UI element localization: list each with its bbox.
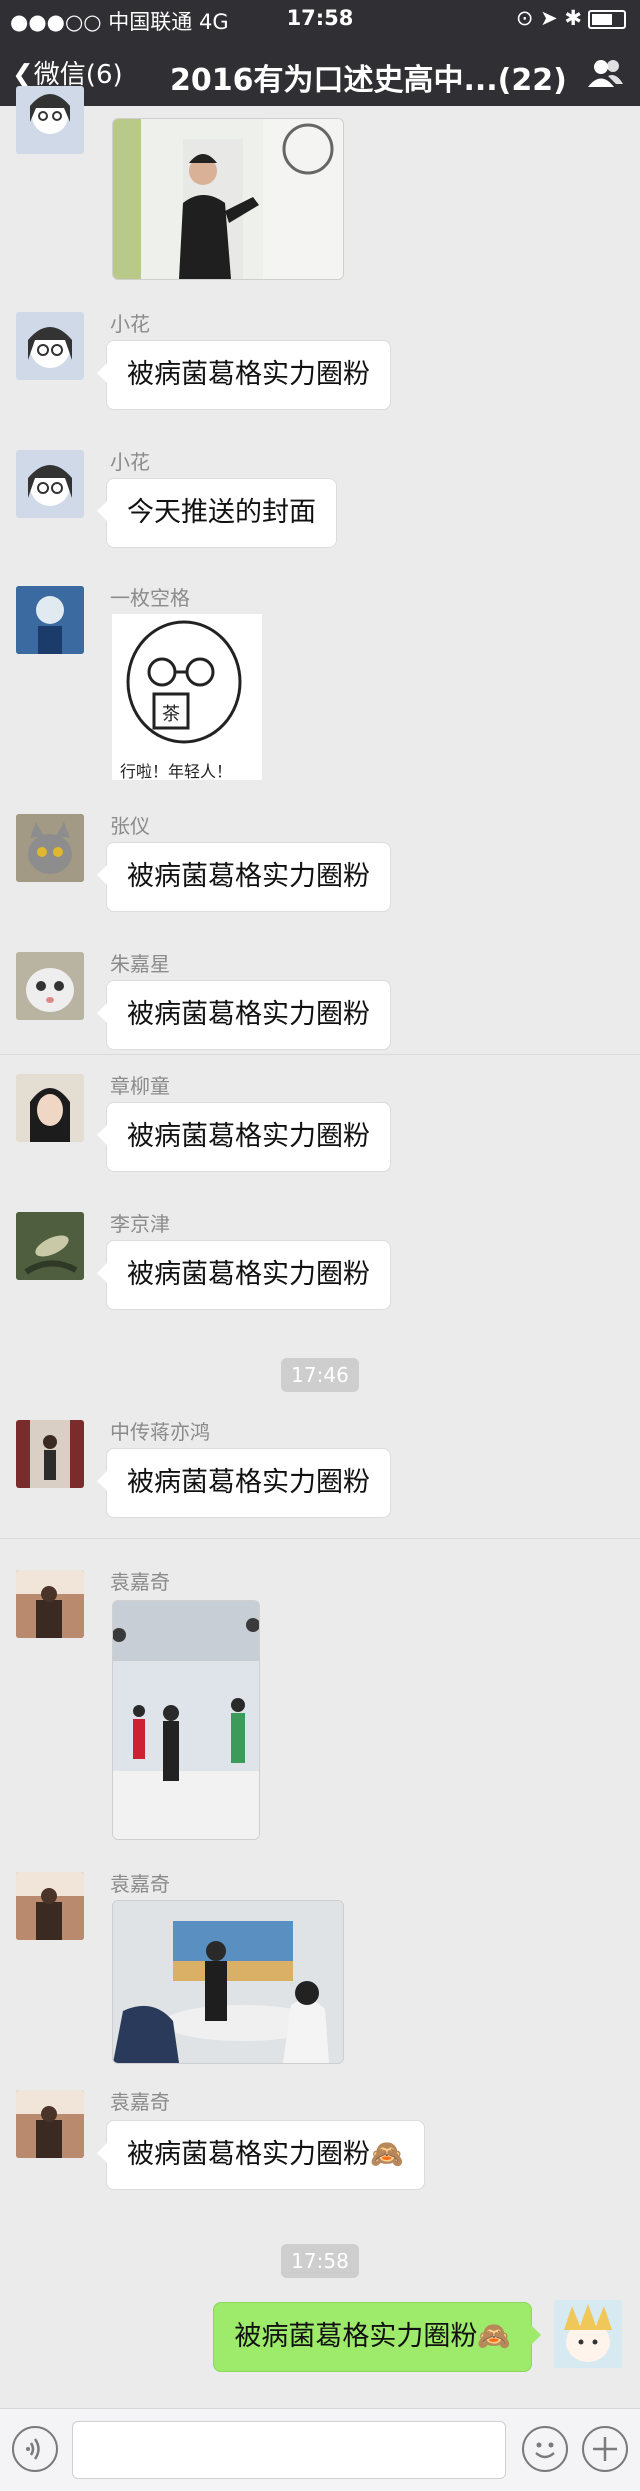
- message-bubble[interactable]: 被病菌葛格实力圈粉🙈: [97, 2120, 425, 2190]
- message-bubble[interactable]: 被病菌葛格实力圈粉: [97, 980, 391, 1050]
- chat-title: 2016有为口述史高中...(22): [170, 63, 567, 98]
- sender-name: 小花: [110, 312, 150, 336]
- status-bar: ●●●○○ 中国联通 4G 17:58 ⊙ ➤ ✱: [0, 0, 640, 40]
- message-bubble[interactable]: 被病菌葛格实力圈粉: [97, 1240, 391, 1310]
- timestamp-label: 17:58: [281, 2244, 359, 2278]
- message-row: 李京津 被病菌葛格实力圈粉: [0, 1206, 640, 1316]
- chat-header: ❮微信(6) 2016有为口述史高中...(22): [0, 40, 640, 106]
- message-row: 中传蒋亦鸿 被病菌葛格实力圈粉: [0, 1414, 640, 1524]
- timestamp-label: 17:46: [281, 1358, 359, 1392]
- avatar[interactable]: [16, 2090, 84, 2158]
- message-bubble[interactable]: 被病菌葛格实力圈粉: [97, 842, 391, 912]
- message-row: 张仪 被病菌葛格实力圈粉: [0, 808, 640, 918]
- message-bubble[interactable]: 今天推送的封面: [97, 478, 337, 548]
- voice-button[interactable]: [12, 2426, 58, 2472]
- avatar[interactable]: [16, 312, 84, 380]
- battery-icon: [588, 9, 626, 29]
- divider: [0, 1538, 640, 1539]
- message-row: 袁嘉奇: [0, 1870, 640, 2070]
- sticker-cup-text: 茶: [162, 704, 180, 725]
- sender-name: 章柳童: [110, 1074, 170, 1098]
- emoji-button[interactable]: [522, 2426, 568, 2472]
- sender-name: 袁嘉奇: [110, 2090, 170, 2114]
- sender-name: 小花: [110, 450, 150, 474]
- sticker-caption: 行啦！年轻人！: [120, 762, 233, 781]
- avatar[interactable]: [16, 1872, 84, 1940]
- message-row: 袁嘉奇: [0, 1568, 640, 1858]
- avatar[interactable]: [16, 86, 84, 154]
- sender-name: 朱嘉星: [110, 952, 170, 976]
- sender-name: 中传蒋亦鸿: [110, 1420, 210, 1444]
- timestamp: 17:58: [0, 2244, 640, 2278]
- status-icons: ⊙ ➤ ✱: [516, 6, 626, 30]
- avatar[interactable]: [16, 1420, 84, 1488]
- timestamp: 17:46: [0, 1358, 640, 1392]
- avatar[interactable]: [16, 1074, 84, 1142]
- sender-name: 一枚空格: [110, 586, 190, 610]
- message-row: [0, 86, 640, 286]
- sticker-image[interactable]: 茶 行啦！年轻人！: [112, 614, 262, 781]
- sender-name: 袁嘉奇: [110, 1872, 170, 1896]
- sender-name: 袁嘉奇: [110, 1570, 170, 1594]
- avatar[interactable]: [16, 814, 84, 882]
- message-bubble[interactable]: 被病菌葛格实力圈粉: [97, 340, 391, 410]
- more-button[interactable]: [582, 2426, 628, 2472]
- shared-photo[interactable]: [112, 1600, 260, 1840]
- message-bubble[interactable]: 被病菌葛格实力圈粉: [97, 1448, 391, 1518]
- message-row: 一枚空格 茶 行啦！年轻人！: [0, 580, 640, 790]
- avatar[interactable]: [16, 450, 84, 518]
- shared-photo[interactable]: [112, 1900, 344, 2064]
- divider: [0, 1054, 640, 1055]
- plus-icon: [593, 2437, 617, 2461]
- my-avatar[interactable]: [554, 2300, 622, 2368]
- sender-name: 李京津: [110, 1212, 170, 1236]
- message-bubble[interactable]: 被病菌葛格实力圈粉: [97, 1102, 391, 1172]
- avatar[interactable]: [16, 586, 84, 654]
- input-bar: [0, 2408, 640, 2491]
- message-row: 朱嘉星 被病菌葛格实力圈粉: [0, 946, 640, 1056]
- message-row: 小花 今天推送的封面: [0, 444, 640, 554]
- emoji-icon: [535, 2442, 555, 2459]
- sender-name: 张仪: [110, 814, 150, 838]
- message-input[interactable]: [72, 2421, 506, 2479]
- message-row: 袁嘉奇 被病菌葛格实力圈粉🙈: [0, 2088, 640, 2198]
- group-members-icon[interactable]: [586, 58, 624, 88]
- avatar[interactable]: [16, 1570, 84, 1638]
- voice-icon: [26, 2438, 40, 2460]
- avatar[interactable]: [16, 952, 84, 1020]
- message-row: 小花 被病菌葛格实力圈粉: [0, 306, 640, 416]
- message-row: 被病菌葛格实力圈粉🙈: [0, 2294, 640, 2404]
- shared-photo[interactable]: [112, 118, 344, 280]
- avatar[interactable]: [16, 1212, 84, 1280]
- message-row: 章柳童 被病菌葛格实力圈粉: [0, 1068, 640, 1178]
- my-message-bubble[interactable]: 被病菌葛格实力圈粉🙈: [213, 2302, 541, 2372]
